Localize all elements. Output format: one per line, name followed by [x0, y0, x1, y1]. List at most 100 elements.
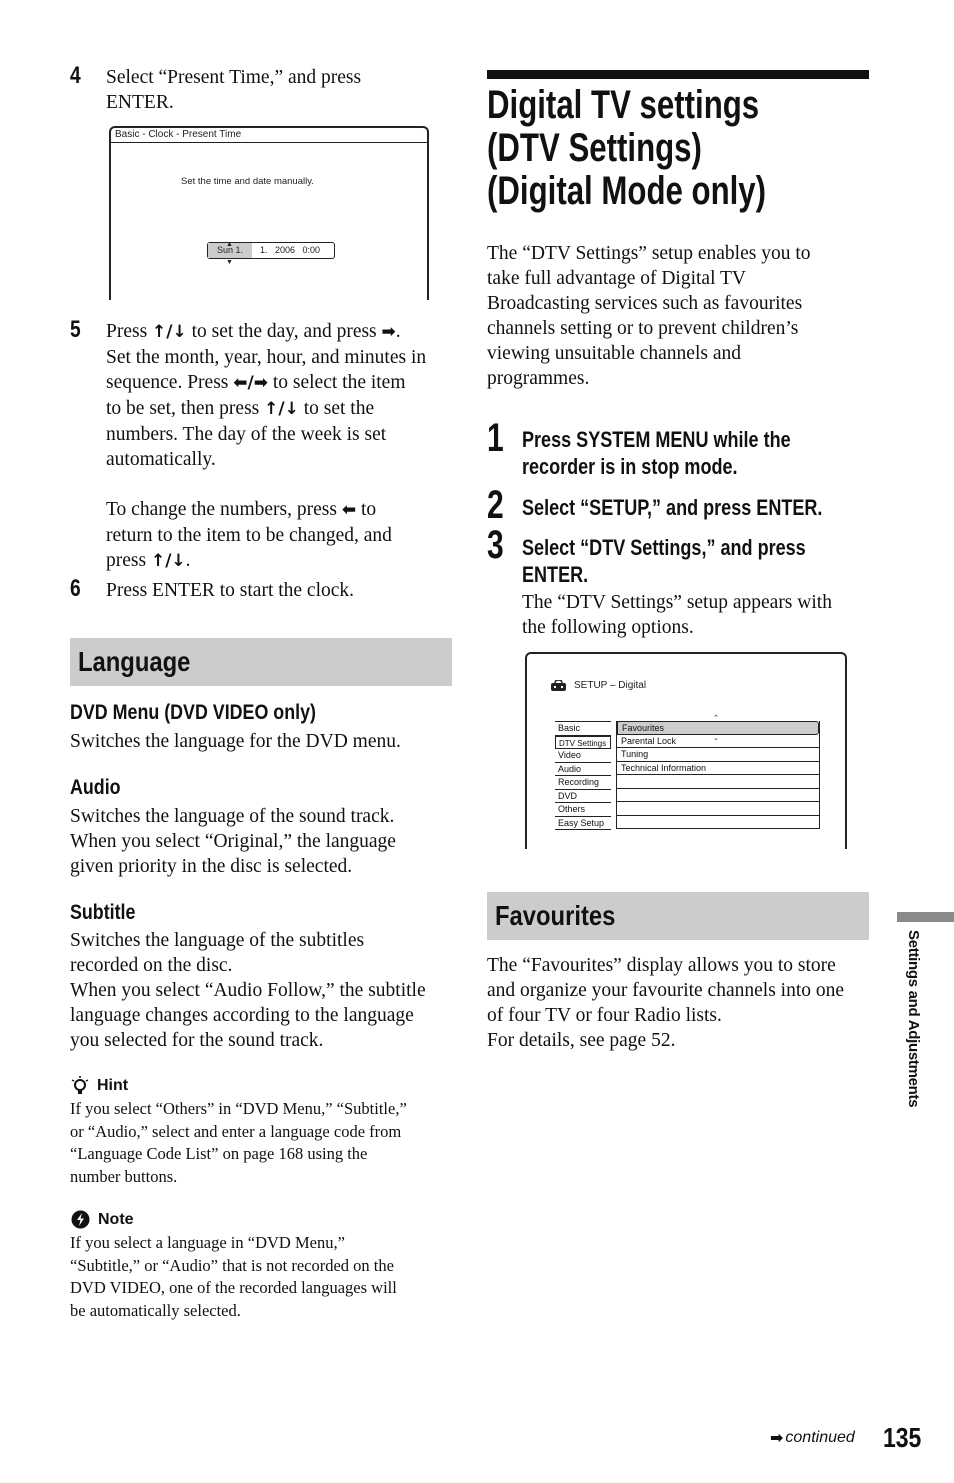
side-tab-label-container: Settings and Adjustments — [903, 930, 923, 1140]
title-line: Digital TV settings — [487, 83, 760, 127]
scroll-up-icon: ⌃ — [713, 715, 719, 722]
setup-option-favourites[interactable]: Favourites — [617, 721, 819, 735]
clock-rest-segment: 1. 2006 0:00 — [260, 245, 321, 255]
step-1-text: Press SYSTEM MENU while the recorder is … — [522, 426, 791, 480]
text: number buttons. — [70, 1166, 178, 1186]
clock-screen-message: Set the time and date manually. — [181, 176, 314, 187]
setup-menu-recording[interactable]: Recording — [555, 776, 611, 790]
setup-menu-basic[interactable]: Basic — [555, 722, 611, 736]
text: ENTER. — [522, 562, 589, 587]
text: . — [395, 321, 401, 342]
step-1-number: 1 — [487, 416, 504, 460]
setup-left-menu: Basic DTV Settings Video Audio Recording… — [555, 721, 611, 830]
text: return to the item to be changed, and — [106, 525, 392, 546]
setup-option-technical-information[interactable]: Technical Information — [617, 762, 819, 775]
up-down-arrow-icon: ↑/↓ — [264, 399, 299, 419]
step-5-text: Press ↑/↓ to set the day, and press ➡. S… — [106, 319, 456, 574]
text: For details, see page 52. — [487, 1030, 676, 1051]
text: To change the numbers, press — [106, 499, 342, 520]
text: to — [356, 499, 377, 520]
text: Switches the language of the sound track… — [70, 806, 395, 827]
up-down-arrow-icon: ↑/↓ — [150, 551, 186, 571]
text: . — [185, 550, 191, 571]
lightbulb-icon — [71, 1076, 89, 1094]
text: The “DTV Settings” setup appears with — [522, 592, 832, 613]
setup-option-empty — [617, 789, 819, 802]
clock-date-field[interactable]: Sun 1. ▲ ▼ 1. 2006 0:00 — [207, 241, 335, 266]
setup-menu-audio[interactable]: Audio — [555, 763, 611, 776]
setup-menu-dvd[interactable]: DVD — [555, 790, 611, 803]
step-2-text: Select “SETUP,” and press ENTER. — [522, 494, 822, 521]
step-4-text: Select “Present Time,” and press ENTER. — [106, 65, 361, 115]
title-rule — [487, 70, 869, 79]
subtitle-desc: Switches the language of the subtitles r… — [70, 928, 426, 1053]
hint-text: If you select “Others” in “DVD Menu,” “S… — [70, 1098, 407, 1188]
clock-day-segment[interactable]: Sun 1. ▲ ▼ — [208, 241, 252, 266]
text: Press SYSTEM MENU while the — [522, 427, 791, 452]
hint-label: Hint — [97, 1077, 129, 1094]
step-6-text: Press ENTER to start the clock. — [106, 580, 355, 601]
text: If you select a language in “DVD Menu,” — [70, 1233, 345, 1252]
text: When you select “Original,” the language — [70, 831, 396, 852]
text: When you select “Audio Follow,” the subt… — [70, 980, 426, 1001]
text: and organize your favourite channels int… — [487, 980, 845, 1001]
text: of four TV or four Radio lists. — [487, 1005, 722, 1026]
left-arrow-icon: ⬅ — [341, 500, 357, 520]
text: language changes according to the langua… — [70, 1005, 414, 1026]
favourites-heading-text: Favourites — [495, 900, 616, 931]
text: automatically. — [106, 449, 216, 470]
text: you selected for the sound track. — [70, 1030, 324, 1051]
setup-option-empty — [617, 802, 819, 816]
dvd-menu-desc: Switches the language for the DVD menu. — [70, 729, 401, 754]
step-4-line: Select “Present Time,” and press — [106, 67, 362, 88]
continued-text: continued — [785, 1428, 855, 1446]
text: recorded on the disc. — [70, 955, 233, 976]
text: to set the day, and press — [186, 321, 382, 342]
favourites-text: The “Favourites” display allows you to s… — [487, 953, 844, 1053]
setup-menu-others[interactable]: Others — [555, 803, 611, 817]
text: Switches the language of the subtitles — [70, 930, 365, 951]
setup-option-empty — [617, 775, 819, 789]
text: channels setting or to prevent children’… — [487, 318, 799, 339]
note-label: Note — [98, 1210, 134, 1228]
favourites-section-heading: Favourites — [487, 892, 869, 940]
side-tab-label: Settings and Adjustments — [905, 930, 922, 1108]
text: to be set, then press — [106, 398, 265, 419]
page-number: 135 — [883, 1422, 922, 1453]
left-right-arrow-icon: ⬅/➡ — [233, 373, 268, 393]
step-2-number: 2 — [487, 483, 504, 527]
setup-menu-video[interactable]: Video — [555, 749, 611, 763]
text: recorder is in stop mode. — [522, 454, 738, 479]
step-4-line: ENTER. — [106, 92, 174, 113]
toolbox-icon — [551, 680, 566, 691]
step-3-number: 3 — [487, 523, 504, 567]
setup-menu-dtv-settings[interactable]: DTV Settings — [555, 735, 611, 749]
title-line: (DTV Settings) — [487, 126, 702, 170]
setup-screen-title: SETUP – Digital — [574, 680, 647, 691]
title-line: (Digital Mode only) — [487, 169, 767, 213]
text: “Subtitle,” or “Audio” that is not recor… — [70, 1255, 394, 1275]
text: be automatically selected. — [70, 1300, 241, 1320]
text: numbers. The day of the week is set — [106, 424, 387, 445]
text: programmes. — [487, 368, 590, 389]
intro-paragraph: The “DTV Settings” setup enables you to … — [487, 241, 811, 391]
setup-menu-easy-setup[interactable]: Easy Setup — [555, 817, 611, 830]
clock-screen: Basic - Clock - Present Time Set the tim… — [109, 126, 429, 300]
step-3-text: Select “DTV Settings,” and press ENTER. — [522, 534, 806, 588]
setup-option-tuning[interactable]: Tuning — [617, 748, 819, 762]
text: to set the — [298, 398, 375, 419]
step-5-number: 5 — [70, 316, 81, 343]
text: Select “DTV Settings,” and press — [522, 535, 806, 560]
step-3-desc: The “DTV Settings” setup appears with th… — [522, 590, 832, 640]
text: to select the item — [267, 372, 406, 393]
up-arrow-icon: ▲ — [226, 241, 233, 248]
text: The “DTV Settings” setup enables you to — [487, 243, 811, 264]
setup-screen-header: SETUP – Digital — [551, 680, 646, 691]
text: sequence. Press — [106, 372, 234, 393]
text: Press — [106, 321, 153, 342]
text: Switches the language for the DVD menu. — [70, 731, 401, 752]
text: The “Favourites” display allows you to s… — [487, 955, 836, 976]
language-heading-text: Language — [78, 646, 191, 677]
step-6-number: 6 — [70, 575, 81, 602]
audio-title: Audio — [70, 776, 121, 799]
